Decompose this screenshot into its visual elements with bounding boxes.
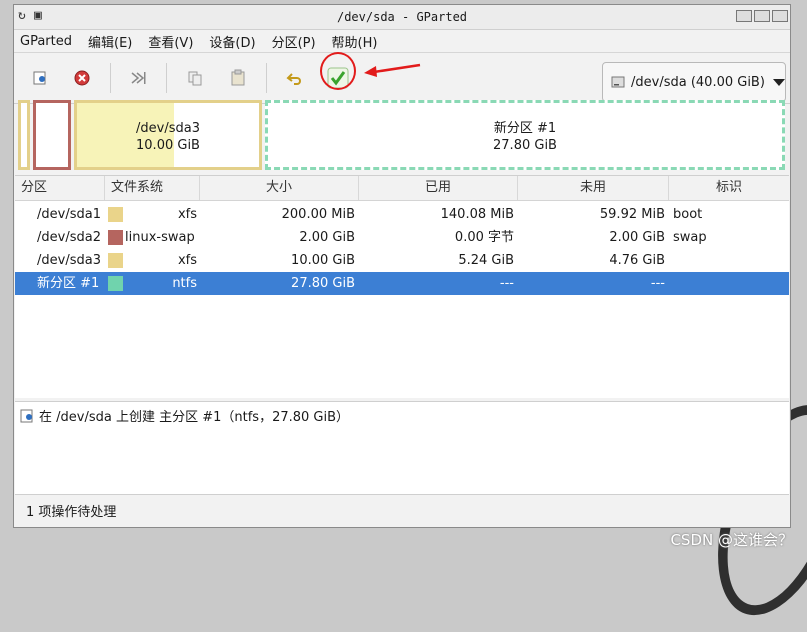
table-row[interactable]: /dev/sda2 linux-swap 2.00 GiB 0.00 字节 2.…	[15, 226, 789, 249]
flags-cell: swap	[673, 230, 707, 245]
fs-color-swatch	[108, 276, 123, 291]
resize-move-icon	[131, 72, 146, 84]
partition-map-sda3-name: /dev/sda3	[136, 121, 200, 136]
col-flags[interactable]: 标识	[669, 176, 789, 200]
partition-map-sda3[interactable]: /dev/sda3 10.00 GiB	[74, 100, 262, 170]
menu-help[interactable]: 帮助(H)	[332, 32, 378, 51]
used-cell: 0.00 字节	[454, 230, 514, 245]
partition-cell: /dev/sda2	[37, 230, 101, 245]
partition-map: /dev/sda3 10.00 GiB 新分区 #1 27.80 GiB	[18, 100, 788, 170]
maximize-icon[interactable]	[754, 10, 770, 22]
fs-cell: xfs	[177, 253, 197, 268]
used-cell: 5.24 GiB	[458, 253, 514, 268]
new-partition-button[interactable]	[27, 65, 53, 91]
menu-view[interactable]: 查看(V)	[148, 32, 193, 51]
fs-color-swatch	[108, 230, 123, 245]
col-filesystem[interactable]: 文件系统	[105, 176, 200, 200]
col-unused[interactable]: 未用	[518, 176, 669, 200]
table-row[interactable]: /dev/sda1 xfs 200.00 MiB 140.08 MiB 59.9…	[15, 203, 789, 226]
unused-cell: 2.00 GiB	[609, 230, 665, 245]
annotation-circle	[320, 52, 356, 90]
undo-icon	[286, 73, 301, 85]
partition-cell: /dev/sda3	[37, 253, 101, 268]
menu-device[interactable]: 设备(D)	[209, 32, 255, 51]
operation-text: 在 /dev/sda 上创建 主分区 #1（ntfs，27.80 GiB）	[39, 410, 350, 425]
delete-button[interactable]	[69, 65, 95, 91]
new-partition-icon	[33, 71, 46, 85]
used-cell: 140.08 MiB	[440, 207, 514, 222]
window-title: /dev/sda - GParted	[336, 10, 468, 24]
unused-cell: ---	[650, 276, 665, 291]
menu-bar: GParted 编辑(E) 查看(V) 设备(D) 分区(P) 帮助(H)	[14, 30, 790, 53]
col-used[interactable]: 已用	[359, 176, 518, 200]
undo-button[interactable]	[282, 65, 308, 91]
disk-icon	[611, 76, 625, 88]
menu-partition[interactable]: 分区(P)	[272, 32, 316, 51]
table-row[interactable]: /dev/sda3 xfs 10.00 GiB 5.24 GiB 4.76 Gi…	[15, 249, 789, 272]
fs-cell: ntfs	[172, 276, 197, 291]
paste-button[interactable]	[225, 65, 251, 91]
gparted-window: ↻ ▣ /dev/sda - GParted GParted 编辑(E) 查看(…	[13, 4, 791, 528]
partition-map-new-size: 27.80 GiB	[493, 138, 557, 153]
chevron-down-icon	[772, 78, 785, 86]
partition-map-sda2[interactable]	[33, 100, 71, 170]
copy-button[interactable]	[182, 65, 208, 91]
size-cell: 10.00 GiB	[291, 253, 355, 268]
partition-cell: /dev/sda1	[37, 207, 101, 222]
copy-icon	[188, 71, 202, 86]
fs-cell: linux-swap	[125, 230, 195, 245]
unused-cell: 59.92 MiB	[599, 207, 665, 222]
size-cell: 27.80 GiB	[291, 276, 355, 291]
title-bar: ↻ ▣ /dev/sda - GParted	[14, 5, 790, 30]
menu-gparted[interactable]: GParted	[20, 34, 72, 49]
resize-move-button[interactable]	[125, 65, 151, 91]
paste-icon	[231, 69, 245, 86]
operation-item[interactable]: 在 /dev/sda 上创建 主分区 #1（ntfs，27.80 GiB）	[19, 406, 349, 425]
status-bar: 1 项操作待处理	[26, 505, 117, 520]
new-partition-icon	[20, 409, 33, 422]
menu-edit[interactable]: 编辑(E)	[88, 32, 132, 51]
used-cell: ---	[499, 276, 514, 291]
fs-cell: xfs	[177, 207, 197, 222]
toolbar-separator	[110, 63, 111, 93]
partition-map-sda3-size: 10.00 GiB	[136, 138, 200, 153]
unused-cell: 4.76 GiB	[609, 253, 665, 268]
delete-icon	[74, 70, 90, 86]
fs-color-swatch	[108, 207, 123, 222]
size-cell: 200.00 MiB	[281, 207, 355, 222]
size-cell: 2.00 GiB	[299, 230, 355, 245]
toolbar-separator	[166, 63, 167, 93]
partition-cell: 新分区 #1	[37, 276, 100, 291]
device-label: /dev/sda (40.00 GiB)	[631, 74, 765, 90]
toolbar-separator	[266, 63, 267, 93]
device-selector[interactable]: /dev/sda (40.00 GiB)	[602, 62, 786, 102]
watermark: CSDN @这谁会？	[670, 531, 793, 549]
partition-map-sda1[interactable]	[18, 100, 30, 170]
partition-map-new-name: 新分区 #1	[493, 121, 557, 136]
table-header: 分区 文件系统 大小 已用 未用 标识	[15, 176, 789, 201]
annotation-arrow-icon	[364, 63, 421, 77]
fs-color-swatch	[108, 253, 123, 268]
col-partition[interactable]: 分区	[15, 176, 105, 200]
partition-table: 分区 文件系统 大小 已用 未用 标识 /dev/sda1 xfs 200.00…	[15, 175, 789, 398]
partition-map-new[interactable]: 新分区 #1 27.80 GiB	[265, 100, 785, 170]
col-size[interactable]: 大小	[200, 176, 359, 200]
pending-operations-list: 在 /dev/sda 上创建 主分区 #1（ntfs，27.80 GiB）	[15, 401, 789, 495]
flags-cell: boot	[673, 207, 703, 222]
table-row-selected[interactable]: 新分区 #1 ntfs 27.80 GiB --- ---	[15, 272, 789, 295]
minimize-icon[interactable]	[736, 10, 752, 22]
close-icon[interactable]	[772, 10, 788, 22]
